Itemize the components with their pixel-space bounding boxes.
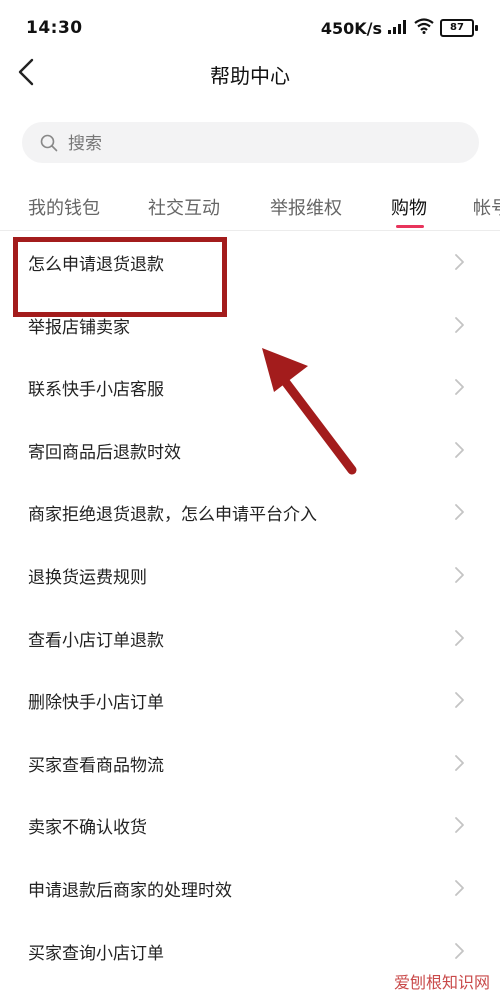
- chevron-right-icon: [453, 816, 465, 838]
- list-item-label: 申请退款后商家的处理时效: [28, 880, 232, 901]
- status-indicators: 450K/s 87: [321, 18, 478, 38]
- list-item-label: 删除快手小店订单: [28, 693, 164, 714]
- chevron-right-icon: [453, 253, 465, 275]
- tab-report[interactable]: 举报维权: [270, 194, 342, 220]
- list-item-label: 查看小店订单退款: [28, 630, 164, 651]
- list-item-label: 寄回商品后退款时效: [28, 442, 181, 463]
- list-item[interactable]: 怎么申请退货退款: [0, 230, 500, 293]
- category-tabs: 我的钱包 社交互动 举报维权 购物 帐号: [0, 182, 500, 231]
- tab-social[interactable]: 社交互动: [148, 194, 220, 220]
- list-item[interactable]: 联系快手小店客服: [0, 355, 500, 418]
- list-item-label: 商家拒绝退货退款，怎么申请平台介入: [28, 505, 317, 526]
- list-item[interactable]: 退换货运费规则: [0, 543, 500, 606]
- network-speed: 450K/s: [320, 18, 382, 38]
- search-icon: [40, 134, 58, 156]
- list-item[interactable]: 商家拒绝退货退款，怎么申请平台介入: [0, 480, 500, 543]
- tab-wallet[interactable]: 我的钱包: [28, 194, 100, 220]
- list-item[interactable]: 买家查看商品物流: [0, 731, 500, 794]
- list-item-label: 买家查看商品物流: [28, 755, 164, 776]
- chevron-right-icon: [453, 316, 465, 338]
- tab-shopping[interactable]: 购物: [391, 194, 427, 220]
- list-item[interactable]: 申请退款后商家的处理时效: [0, 856, 500, 919]
- wifi-icon: [414, 18, 434, 38]
- list-item-label: 联系快手小店客服: [28, 380, 164, 401]
- list-item-label: 怎么申请退货退款: [28, 255, 164, 275]
- list-item[interactable]: 举报店铺卖家: [0, 293, 500, 356]
- battery-level: 87: [440, 19, 474, 37]
- help-article-list: 怎么申请退货退款 举报店铺卖家 联系快手小店客服 寄回商品后退款时效 商家拒绝退…: [0, 230, 500, 981]
- chevron-right-icon: [453, 942, 465, 964]
- page-title: 帮助中心: [210, 64, 290, 88]
- list-item-label: 举报店铺卖家: [28, 317, 130, 338]
- list-item-label: 退换货运费规则: [28, 567, 147, 588]
- chevron-right-icon: [453, 691, 465, 713]
- list-item-label: 卖家不确认收货: [28, 818, 147, 839]
- status-bar: 14:30 450K/s 87: [0, 0, 500, 56]
- status-time: 14:30: [26, 18, 83, 38]
- chevron-right-icon: [453, 566, 465, 588]
- tab-account[interactable]: 帐号: [473, 194, 500, 220]
- battery-icon: 87: [440, 19, 478, 37]
- watermark: 爱刨根知识网: [389, 967, 494, 995]
- active-tab-indicator: [396, 225, 424, 228]
- list-item[interactable]: 寄回商品后退款时效: [0, 418, 500, 481]
- chevron-right-icon: [453, 754, 465, 776]
- list-item[interactable]: 卖家不确认收货: [0, 793, 500, 856]
- chevron-right-icon: [453, 879, 465, 901]
- list-item[interactable]: 删除快手小店订单: [0, 668, 500, 731]
- search-bar[interactable]: [22, 122, 479, 165]
- search-input[interactable]: [66, 122, 450, 165]
- chevron-right-icon: [453, 629, 465, 651]
- chevron-right-icon: [453, 441, 465, 463]
- chevron-right-icon: [453, 378, 465, 400]
- list-item[interactable]: 查看小店订单退款: [0, 606, 500, 669]
- list-item-label: 买家查询小店订单: [28, 943, 164, 964]
- nav-bar: 帮助中心: [0, 56, 500, 106]
- signal-icon: [388, 19, 408, 38]
- chevron-right-icon: [453, 503, 465, 525]
